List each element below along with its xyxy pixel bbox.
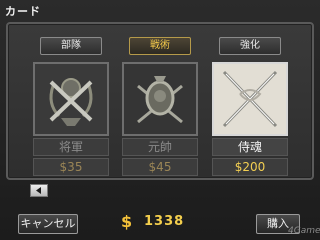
card-price: $35 (33, 158, 109, 176)
watermark: 4Gamer (288, 226, 320, 236)
card-price: $45 (122, 158, 198, 176)
card-price: $200 (212, 158, 288, 176)
tab-tactics[interactable]: 戦術 (129, 37, 191, 55)
card-general[interactable]: 将軍 $35 (33, 62, 109, 176)
card-shop-screen: カード 部隊 戦術 強化 将軍 $35 元帥 $45 侍魂 $200 キャンセル… (0, 0, 320, 240)
card-samurai-spirit[interactable]: 侍魂 $200 (212, 62, 288, 176)
card-art (212, 62, 288, 136)
cancel-button[interactable]: キャンセル (18, 214, 78, 234)
card-name: 元帥 (122, 138, 198, 156)
medal-crossed-swords-icon (124, 64, 196, 134)
screen-title: カード (5, 5, 41, 18)
money-amount: 1338 (144, 214, 185, 229)
card-art (122, 62, 198, 136)
card-name: 侍魂 (212, 138, 288, 156)
left-arrow-icon (36, 187, 41, 194)
card-marshal[interactable]: 元帥 $45 (122, 62, 198, 176)
back-arrow-button[interactable] (30, 184, 48, 197)
crossed-swords-wreath-icon (35, 64, 107, 134)
currency-symbol: $ (121, 212, 133, 231)
card-art (33, 62, 109, 136)
crossed-katanas-icon (214, 64, 286, 134)
card-name: 将軍 (33, 138, 109, 156)
tab-upgrade[interactable]: 強化 (219, 37, 281, 55)
tab-units[interactable]: 部隊 (40, 37, 102, 55)
